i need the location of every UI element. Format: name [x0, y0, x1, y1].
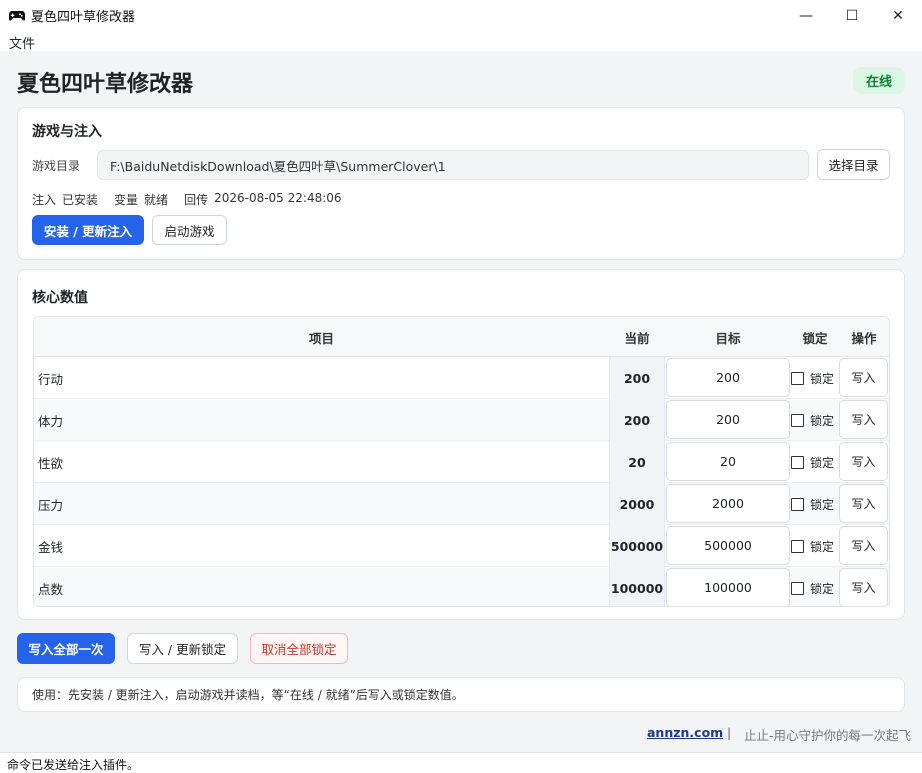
- col-action: 操作: [851, 330, 877, 346]
- values-card-title: 核心数值: [32, 290, 88, 306]
- row-target-input[interactable]: 200: [666, 400, 790, 439]
- inject-card-title: 游戏与注入: [32, 124, 102, 140]
- values-table: 项目 当前 目标 锁定 操作 行动 200 200 锁定 写入 体力 200 2…: [33, 316, 890, 607]
- table-header: 项目 当前 目标 锁定 操作: [34, 317, 889, 357]
- row-name: 金钱: [38, 539, 64, 555]
- row-current: 100000: [609, 567, 665, 606]
- minimize-button[interactable]: —: [783, 0, 829, 31]
- row-name: 点数: [38, 581, 64, 597]
- row-current: 500000: [609, 525, 665, 567]
- close-icon: ✕: [892, 7, 904, 24]
- gamepad-icon: [9, 10, 25, 21]
- col-target: 目标: [715, 330, 741, 346]
- row-target-input[interactable]: 100000: [666, 568, 790, 606]
- table-row: 压力 2000 2000 锁定 写入: [34, 483, 889, 525]
- minimize-icon: —: [799, 7, 813, 24]
- table-row: 金钱 500000 500000 锁定 写入: [34, 525, 889, 567]
- game-dir-field[interactable]: F:\BaiduNetdiskDownload\夏色四叶草\SummerClov…: [97, 150, 809, 180]
- status-message: 命令已发送给注入插件。: [7, 758, 140, 772]
- checkbox-icon[interactable]: [791, 371, 804, 385]
- row-write-button[interactable]: 写入: [839, 442, 888, 481]
- status-badge: 在线: [853, 67, 905, 94]
- checkbox-icon[interactable]: [791, 413, 804, 427]
- game-dir-label: 游戏目录: [32, 159, 81, 173]
- row-lock-checkbox[interactable]: 锁定: [791, 567, 835, 606]
- footer-slogan: 止止-用心守护你的每一次起飞: [744, 728, 912, 743]
- checkbox-icon[interactable]: [791, 497, 804, 511]
- var-value: 就绪: [144, 193, 169, 207]
- window-title: 夏色四叶草修改器: [31, 10, 136, 25]
- inject-label: 注入: [32, 193, 57, 207]
- cancel-all-locks-button[interactable]: 取消全部锁定: [250, 633, 348, 664]
- callback-value: 2026-08-05 22:48:06: [214, 191, 342, 205]
- row-write-button[interactable]: 写入: [839, 358, 888, 397]
- var-label: 变量: [114, 193, 139, 207]
- row-write-button[interactable]: 写入: [839, 568, 888, 606]
- install-inject-button[interactable]: 安装 / 更新注入: [32, 215, 144, 245]
- lock-label: 锁定: [810, 371, 835, 386]
- callback-label: 回传: [184, 193, 209, 207]
- choose-dir-button[interactable]: 选择目录: [817, 149, 890, 180]
- write-update-lock-button[interactable]: 写入 / 更新锁定: [127, 633, 238, 664]
- maximize-button[interactable]: ☐: [829, 0, 875, 31]
- row-write-button[interactable]: 写入: [839, 484, 888, 523]
- page-title: 夏色四叶草修改器: [17, 72, 194, 97]
- values-card: 核心数值 项目 当前 目标 锁定 操作 行动 200 200 锁定 写入 体力 …: [17, 269, 905, 620]
- lock-label: 锁定: [810, 497, 835, 512]
- launch-game-button[interactable]: 启动游戏: [152, 215, 227, 245]
- footer-link[interactable]: annzn.com: [647, 725, 723, 740]
- row-write-button[interactable]: 写入: [839, 400, 888, 439]
- lock-label: 锁定: [810, 413, 835, 428]
- footer-separator: |: [727, 725, 732, 740]
- row-current: 200: [609, 357, 665, 399]
- lock-label: 锁定: [810, 455, 835, 470]
- row-target-input[interactable]: 20: [666, 442, 790, 481]
- status-bar: 命令已发送给注入插件。: [0, 752, 922, 773]
- checkbox-icon[interactable]: [791, 455, 804, 469]
- lock-label: 锁定: [810, 539, 835, 554]
- close-button[interactable]: ✕: [875, 0, 921, 31]
- table-row: 点数 100000 100000 锁定 写入: [34, 567, 889, 606]
- row-target-input[interactable]: 500000: [666, 526, 790, 565]
- table-row: 体力 200 200 锁定 写入: [34, 399, 889, 441]
- row-target-input[interactable]: 2000: [666, 484, 790, 523]
- row-name: 行动: [38, 371, 64, 387]
- col-lock: 锁定: [802, 330, 828, 346]
- maximize-icon: ☐: [845, 7, 859, 24]
- inject-card: 游戏与注入 游戏目录 F:\BaiduNetdiskDownload\夏色四叶草…: [17, 107, 905, 260]
- row-lock-checkbox[interactable]: 锁定: [791, 357, 834, 399]
- col-current: 当前: [624, 330, 650, 346]
- row-lock-checkbox[interactable]: 锁定: [791, 525, 834, 567]
- row-lock-checkbox[interactable]: 锁定: [791, 399, 834, 441]
- table-row: 行动 200 200 锁定 写入: [34, 357, 889, 399]
- row-name: 体力: [38, 413, 64, 429]
- row-current: 2000: [609, 483, 665, 525]
- row-name: 性欲: [38, 455, 64, 471]
- usage-tip: 使用：先安装 / 更新注入，启动游戏并读档，等“在线 / 就绪”后写入或锁定数值…: [17, 677, 905, 712]
- row-current: 200: [609, 399, 665, 441]
- lock-label: 锁定: [810, 581, 835, 596]
- checkbox-icon[interactable]: [791, 581, 804, 595]
- inject-value: 已安装: [62, 193, 99, 207]
- write-all-button[interactable]: 写入全部一次: [17, 633, 115, 664]
- menu-bar: 文件: [0, 31, 922, 52]
- table-row: 性欲 20 20 锁定 写入: [34, 441, 889, 483]
- row-current: 20: [609, 441, 665, 483]
- checkbox-icon[interactable]: [791, 539, 804, 553]
- col-item: 项目: [308, 330, 334, 346]
- inject-status-line: 注入 已安装 变量 就绪 回传 2026-08-05 22:48:06: [32, 191, 348, 208]
- row-target-input[interactable]: 200: [666, 358, 790, 397]
- row-write-button[interactable]: 写入: [839, 526, 888, 565]
- row-lock-checkbox[interactable]: 锁定: [791, 441, 834, 483]
- menu-file[interactable]: 文件: [9, 33, 35, 52]
- row-name: 压力: [38, 497, 64, 513]
- row-lock-checkbox[interactable]: 锁定: [791, 483, 834, 525]
